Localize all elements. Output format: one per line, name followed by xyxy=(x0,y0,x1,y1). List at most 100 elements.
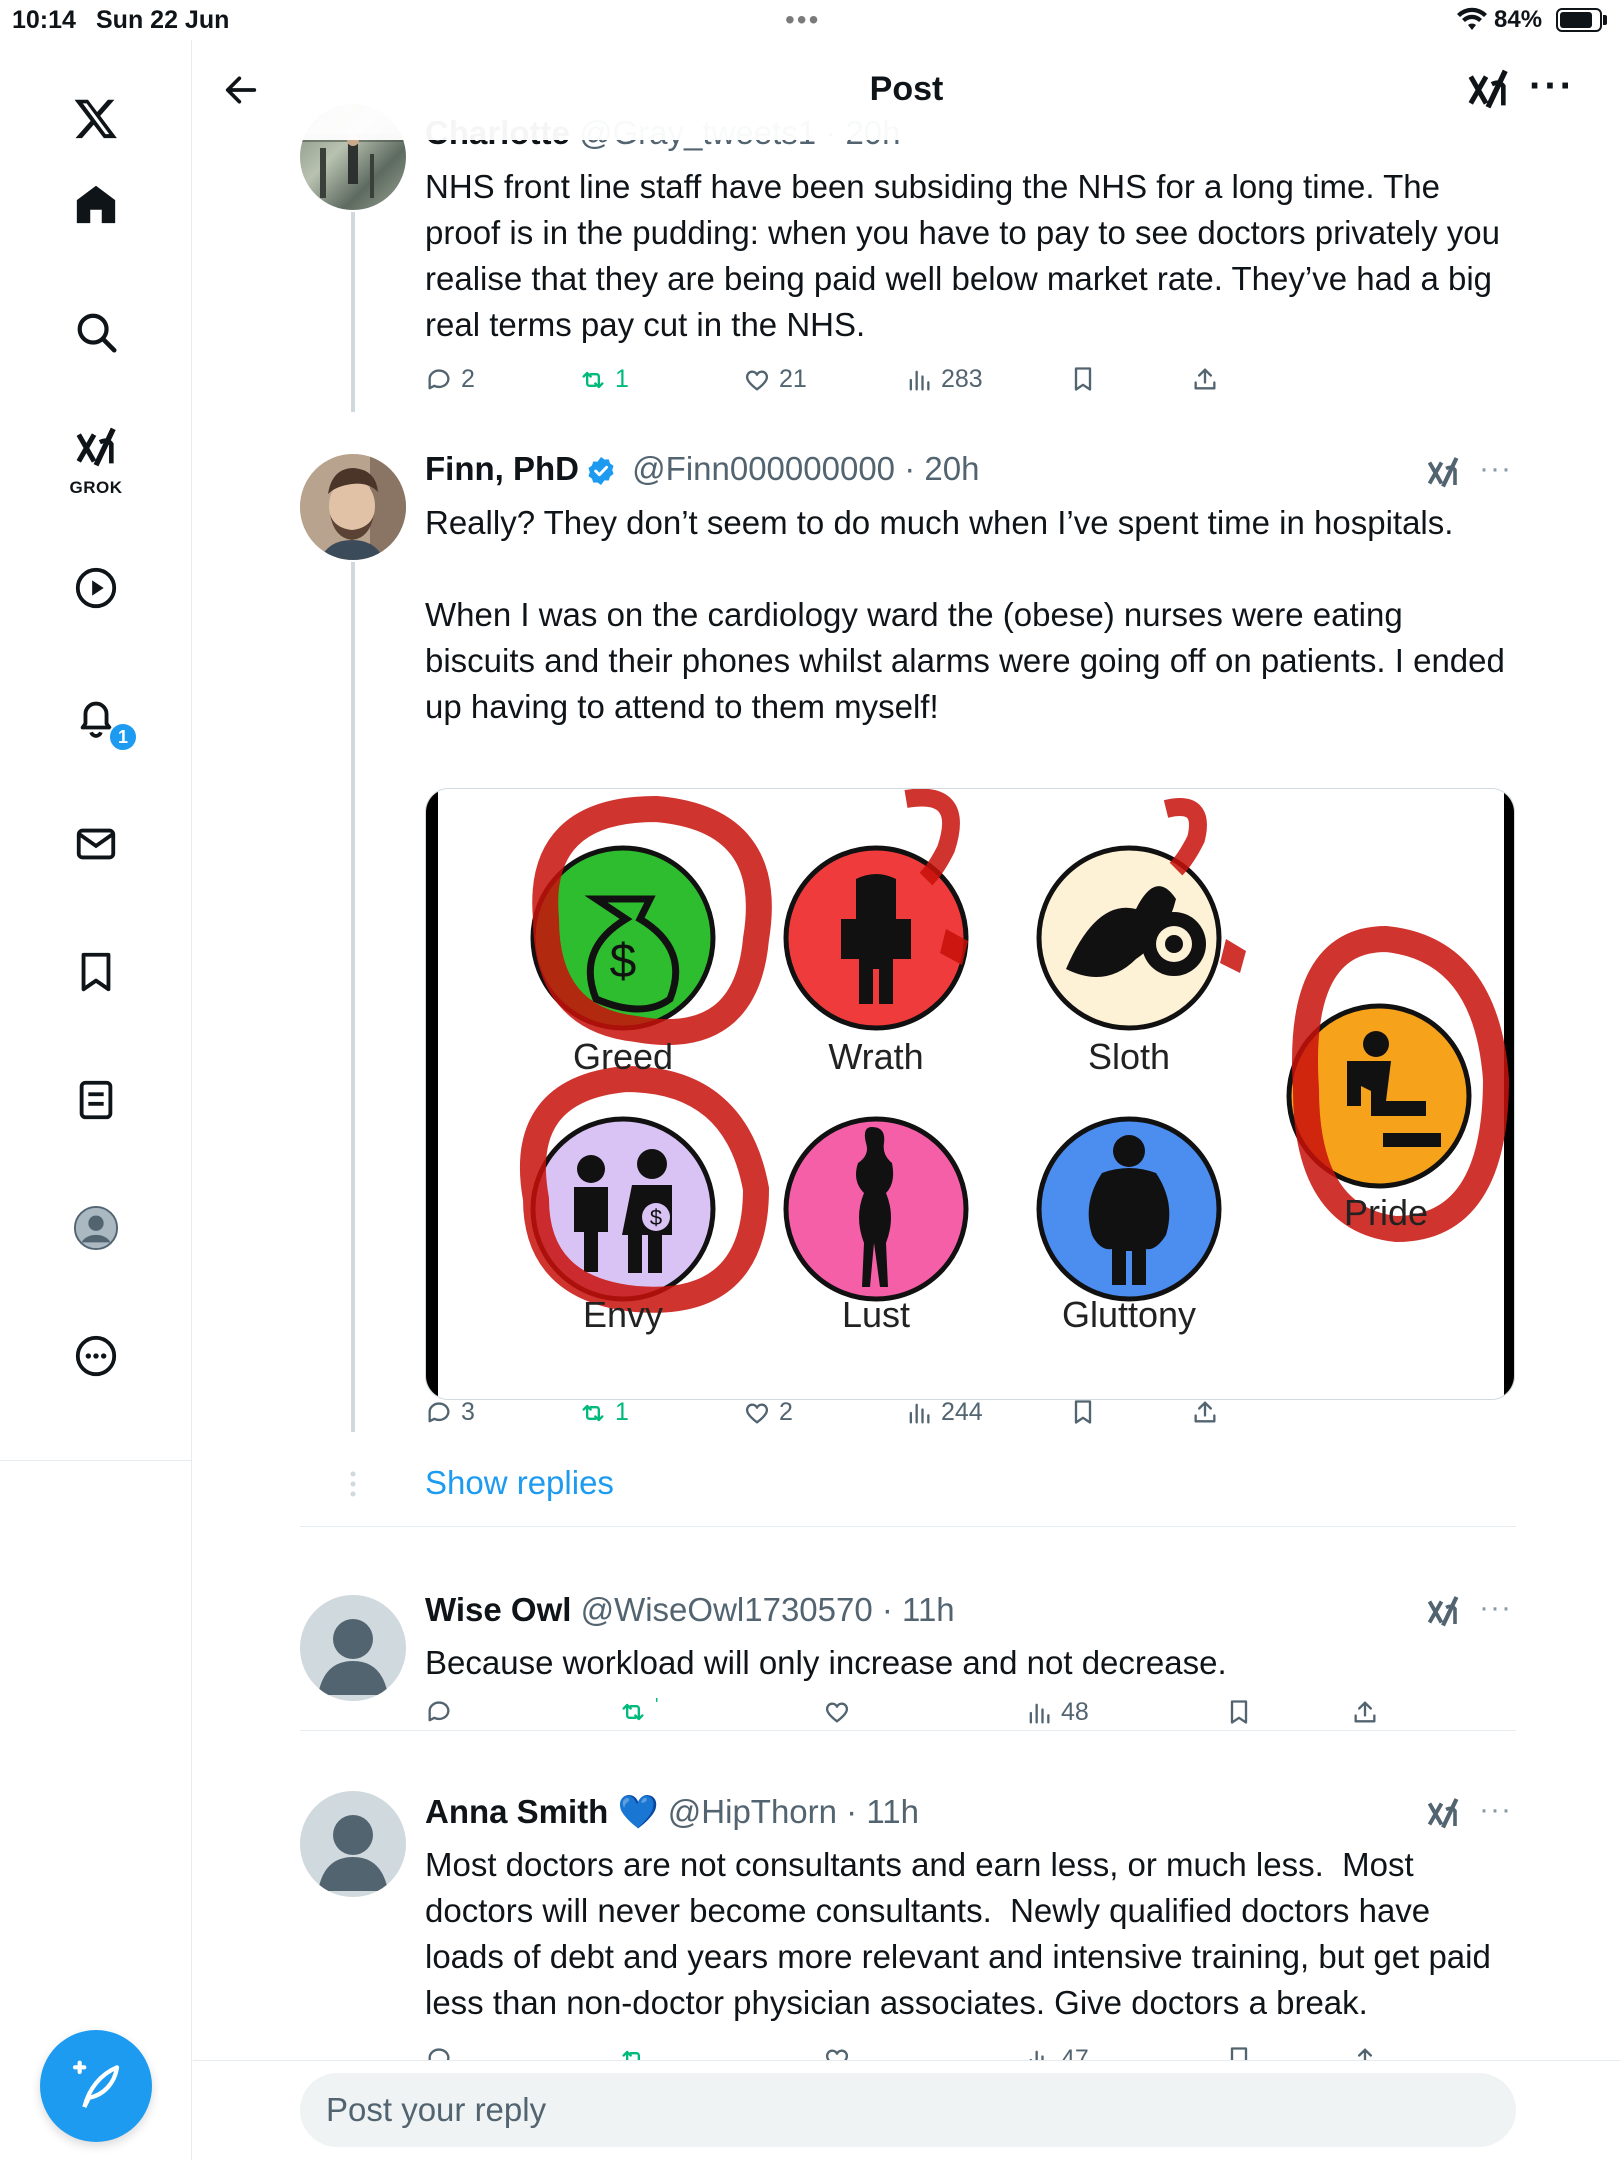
like-button[interactable] xyxy=(823,2045,859,2060)
bookmark-icon xyxy=(1074,367,1092,391)
author-name[interactable]: Wise Owl xyxy=(425,1591,571,1628)
repost-button[interactable]: 1 xyxy=(579,1398,629,1427)
image-label-pride: Pride xyxy=(1344,1192,1428,1233)
avatar[interactable] xyxy=(300,454,406,560)
bookmarks-icon[interactable] xyxy=(66,942,126,1002)
search-icon[interactable] xyxy=(66,302,126,362)
bookmark-button[interactable] xyxy=(1225,2045,1253,2060)
reply-icon xyxy=(428,1701,450,1722)
views-chart-icon xyxy=(909,1403,930,1423)
like-button[interactable]: 21 xyxy=(743,365,807,394)
share-button[interactable] xyxy=(1191,365,1219,393)
repost-icon xyxy=(622,2050,640,2060)
share-button[interactable] xyxy=(1351,1698,1379,1726)
author-name[interactable]: Anna Smith xyxy=(425,1793,608,1830)
view-count: 48 xyxy=(1061,1698,1089,1726)
profile-avatar-icon[interactable] xyxy=(66,1198,126,1258)
post-more-icon[interactable]: ··· xyxy=(1479,1793,1512,1827)
repost-count: ' xyxy=(655,1694,659,1715)
reply-button[interactable] xyxy=(425,1698,461,1726)
post-text: Really? They don’t seem to do much when … xyxy=(425,504,1505,725)
author-handle[interactable]: @HipThorn xyxy=(668,1793,837,1830)
avatar[interactable] xyxy=(300,1595,406,1701)
compose-post-button[interactable] xyxy=(40,2030,152,2142)
views-chart-icon xyxy=(1029,1703,1050,1723)
more-options-icon[interactable]: ··· xyxy=(1529,64,1575,109)
post-more-icon[interactable]: ··· xyxy=(1479,452,1512,486)
more-options-icon[interactable] xyxy=(66,1326,126,1386)
post-header: Finn, PhD @Finn000000000 · 20h xyxy=(425,450,980,487)
avatar[interactable] xyxy=(300,1791,406,1897)
post-header: Wise Owl @WiseOwl1730570 · 11h xyxy=(425,1591,955,1628)
reply-button[interactable]: 3 xyxy=(425,1398,475,1427)
author-name[interactable]: Finn, PhD xyxy=(425,450,579,487)
views-chart-icon xyxy=(1029,2050,1044,2060)
post-more-icon[interactable]: ··· xyxy=(1479,1591,1512,1625)
views-chart-icon xyxy=(909,370,930,390)
views-button[interactable]: 47 xyxy=(1025,2045,1089,2060)
home-icon[interactable] xyxy=(66,174,126,234)
reply-icon xyxy=(428,1401,450,1422)
post-time: 11h xyxy=(902,1591,955,1628)
lists-icon[interactable] xyxy=(66,1070,126,1130)
views-button[interactable]: 283 xyxy=(905,365,983,394)
x-logo-icon[interactable] xyxy=(66,88,126,148)
sidebar: GROK 1 xyxy=(0,40,192,2160)
share-button[interactable] xyxy=(1191,1398,1219,1426)
grok-icon[interactable] xyxy=(1465,66,1511,114)
grok-icon[interactable] xyxy=(66,418,126,478)
view-count: 47 xyxy=(1061,2045,1089,2060)
repost-button[interactable] xyxy=(619,2045,655,2060)
reply-input[interactable] xyxy=(300,2073,1516,2147)
views-button[interactable]: 48 xyxy=(1025,1698,1089,1727)
post-image[interactable]: $ $ Greed Wrath Sloth Pride Envy Lust Gl… xyxy=(425,788,1515,1400)
svg-text:$: $ xyxy=(650,1205,662,1230)
default-avatar-icon xyxy=(318,1815,388,1891)
reply-button[interactable] xyxy=(425,2045,461,2060)
like-button[interactable]: 2 xyxy=(743,1398,793,1427)
bookmark-icon xyxy=(1074,1400,1092,1424)
reply-post[interactable]: Anna Smith 💙 @HipThorn · 11h ··· Most do… xyxy=(193,1731,1620,2060)
author-handle[interactable]: @Finn000000000 xyxy=(632,450,895,487)
post-actions: 47 xyxy=(425,2045,1515,2060)
like-button[interactable] xyxy=(823,1698,859,1726)
repost-icon xyxy=(622,1703,644,1721)
bookmark-icon xyxy=(1230,2047,1248,2060)
messages-icon[interactable] xyxy=(66,814,126,874)
grok-icon[interactable] xyxy=(1425,454,1461,492)
image-label-greed: Greed xyxy=(573,1036,673,1077)
reply-count: 2 xyxy=(461,365,475,393)
show-replies-link[interactable]: Show replies xyxy=(425,1464,614,1502)
grok-icon[interactable] xyxy=(1425,1593,1461,1631)
share-icon xyxy=(1194,368,1216,390)
bookmark-button[interactable] xyxy=(1069,365,1097,393)
post-actions: 3 1 2 244 xyxy=(425,1398,1515,1438)
reply-post[interactable]: Wise Owl @WiseOwl1730570 · 11h ··· Becau… xyxy=(193,1527,1620,1730)
views-button[interactable]: 244 xyxy=(905,1398,983,1427)
image-label-wrath: Wrath xyxy=(828,1036,923,1077)
battery-icon xyxy=(1556,8,1602,32)
bookmark-button[interactable] xyxy=(1069,1398,1097,1426)
reply-icon xyxy=(428,368,450,389)
repost-button[interactable]: ' xyxy=(619,1694,659,1726)
thread-post[interactable]: Finn, PhD @Finn000000000 · 20h ··· Reall… xyxy=(193,410,1620,1500)
author-handle[interactable]: @WiseOwl1730570 xyxy=(581,1591,873,1628)
post-text: NHS front line staff have been subsiding… xyxy=(425,168,1510,343)
thread-connector xyxy=(351,562,355,1432)
verified-badge-icon xyxy=(588,457,614,486)
video-icon[interactable] xyxy=(66,558,126,618)
like-count: 2 xyxy=(779,1398,793,1426)
image-label-lust: Lust xyxy=(842,1294,910,1335)
bookmark-button[interactable] xyxy=(1225,1698,1253,1726)
repost-icon xyxy=(582,371,604,388)
share-button[interactable] xyxy=(1351,2045,1379,2060)
reply-button[interactable]: 2 xyxy=(425,365,475,394)
grok-icon[interactable] xyxy=(1425,1795,1461,1833)
reply-count: 3 xyxy=(461,1398,475,1426)
blue-heart-emoji: 💙 xyxy=(617,1793,659,1830)
multitasking-dots-icon[interactable]: ••• xyxy=(785,4,820,36)
like-count: 21 xyxy=(779,365,807,393)
post-header: Anna Smith 💙 @HipThorn · 11h xyxy=(425,1793,919,1830)
repost-button[interactable]: 1 xyxy=(579,365,629,394)
svg-text:$: $ xyxy=(610,935,637,988)
